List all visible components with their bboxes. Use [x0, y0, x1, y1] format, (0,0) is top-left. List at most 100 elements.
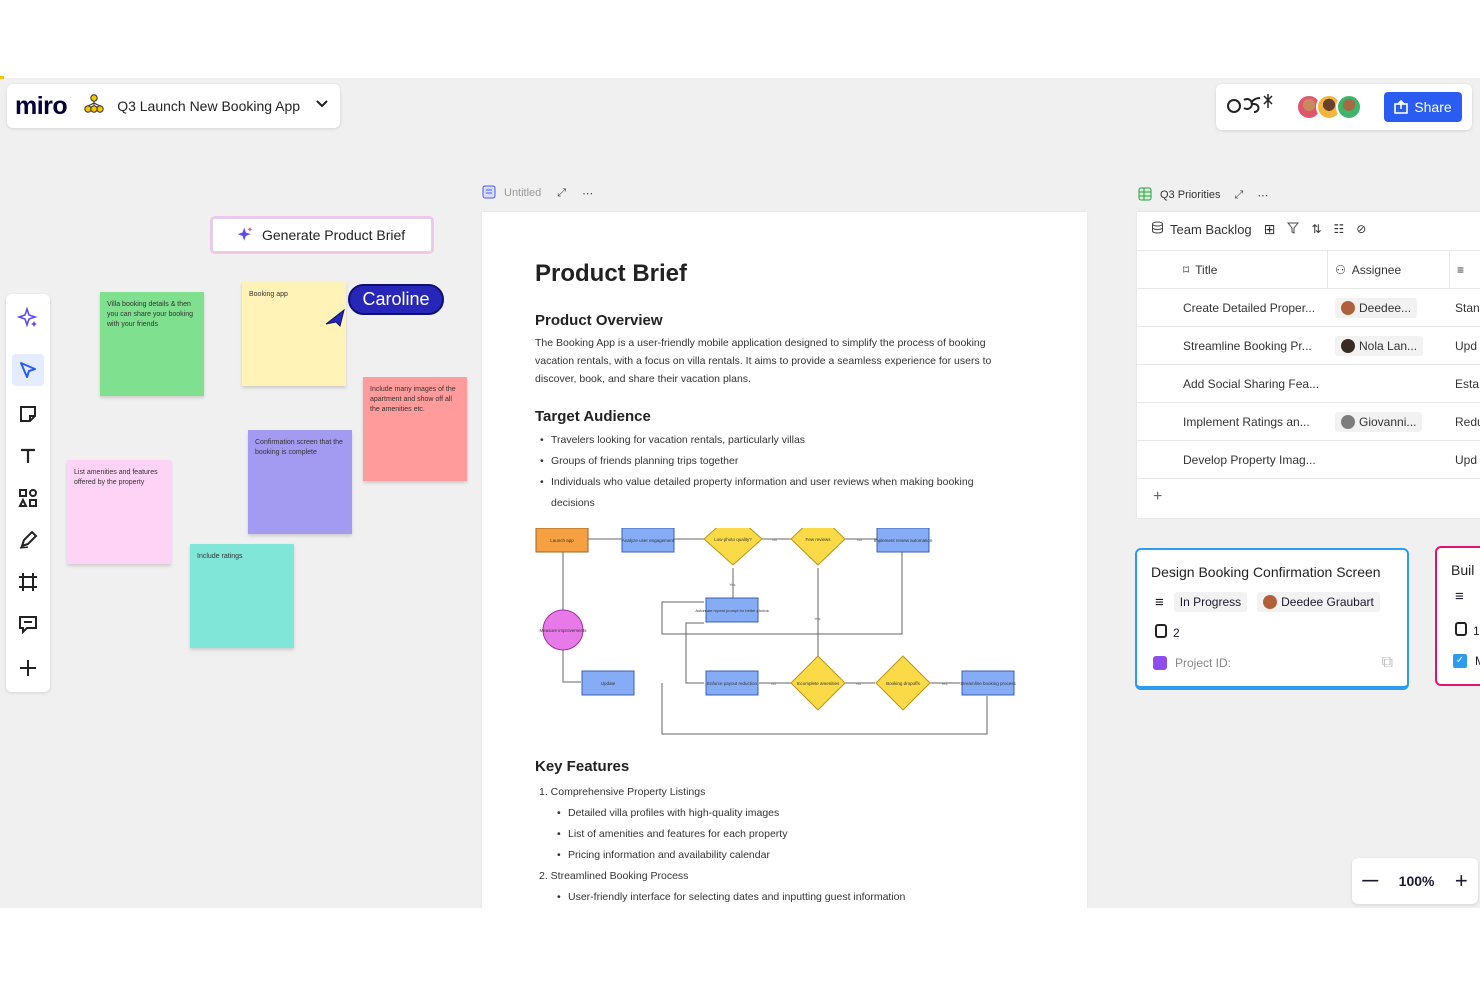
- board-canvas[interactable]: miro Q3 Launch New Booking App Share Gen…: [0, 78, 1480, 908]
- ai-sparkle-icon[interactable]: [12, 302, 44, 334]
- flow-node-label: Enforce payout reduction: [707, 681, 758, 686]
- column-header[interactable]: Assignee: [1352, 263, 1401, 277]
- task-card[interactable]: Buil ≡ 1 ✓ M: [1435, 546, 1480, 686]
- flow-node[interactable]: Enforce payout reduction: [705, 670, 759, 696]
- sticky-note[interactable]: Villa booking details & then you can sha…: [100, 292, 204, 396]
- row-status: Esta: [1455, 377, 1480, 391]
- more-icon[interactable]: ⋯: [1257, 189, 1268, 202]
- flow-decision[interactable]: Low photo quality?: [703, 528, 763, 566]
- add-icon[interactable]: [12, 652, 44, 684]
- flow-node[interactable]: Measure improvements: [539, 609, 587, 651]
- table-row[interactable]: Develop Property Imag... Upd: [1137, 440, 1480, 478]
- doc-tab-title[interactable]: Untitled: [504, 187, 541, 199]
- add-row-button[interactable]: +: [1153, 479, 1162, 515]
- filter-icon[interactable]: [1287, 222, 1300, 237]
- flow-decision[interactable]: Few reviews: [790, 528, 846, 566]
- table-icon: [1138, 187, 1152, 204]
- grid-view-icon[interactable]: ⊞: [1264, 221, 1276, 238]
- priorities-widget-header: Q3 Priorities ⤢ ⋯: [1138, 184, 1268, 206]
- miro-logo[interactable]: miro: [15, 92, 68, 121]
- flow-node[interactable]: Launch app: [535, 528, 589, 553]
- chevron-down-icon[interactable]: [314, 96, 330, 117]
- share-button[interactable]: Share: [1384, 92, 1462, 122]
- board-icon[interactable]: [83, 93, 105, 120]
- sticky-note-icon[interactable]: [12, 398, 44, 430]
- flow-node-label: Few reviews: [805, 537, 831, 542]
- list-item: 1. Comprehensive Property Listings: [539, 786, 706, 798]
- card-count: 1: [1473, 623, 1480, 638]
- row-title: Implement Ratings an...: [1183, 415, 1310, 429]
- expand-icon[interactable]: ⤢: [557, 187, 566, 200]
- priorities-tab-title[interactable]: Q3 Priorities: [1160, 189, 1221, 201]
- group-icon[interactable]: ☷: [1333, 222, 1344, 236]
- select-cursor-icon[interactable]: [12, 354, 44, 386]
- comment-icon[interactable]: [12, 608, 44, 640]
- assignee-chip[interactable]: Deedee...: [1335, 298, 1418, 318]
- flow-node[interactable]: Analyze user engagement: [621, 528, 675, 553]
- row-title: Streamline Booking Pr...: [1183, 339, 1312, 353]
- list-item: 2. Streamlined Booking Process: [539, 870, 689, 882]
- view-name[interactable]: Team Backlog: [1170, 222, 1252, 237]
- board-header: miro Q3 Launch New Booking App: [7, 84, 341, 128]
- assignee-chip[interactable]: Nola Lan...: [1335, 336, 1424, 356]
- status-icon: ≡: [1155, 593, 1164, 611]
- table-row[interactable]: Create Detailed Proper... Deedee... Stan: [1137, 288, 1480, 326]
- features-list: 1. Comprehensive Property Listings Detai…: [535, 782, 1005, 908]
- flow-node[interactable]: Update: [581, 670, 635, 696]
- pen-icon[interactable]: [12, 524, 44, 556]
- task-card[interactable]: Design Booking Confirmation Screen ≡ In …: [1135, 548, 1409, 690]
- sticky-note[interactable]: List amenities and features offered by t…: [67, 460, 171, 564]
- zoom-in-button[interactable]: +: [1455, 868, 1468, 894]
- zoom-out-button[interactable]: —: [1362, 872, 1378, 890]
- flow-decision[interactable]: Incomplete amenities: [790, 655, 846, 711]
- overview-text: The Booking App is a user-friendly mobil…: [535, 337, 992, 385]
- flow-edge-label: Yes: [941, 681, 948, 686]
- more-icon[interactable]: ⋯: [582, 187, 593, 200]
- team-backlog-table[interactable]: Team Backlog ⊞ ⇅ ☷ ⊘ ⌑ Title ⚇ Assignee ≡ …: [1137, 212, 1480, 518]
- zoom-level[interactable]: 100%: [1399, 873, 1435, 889]
- flow-decision[interactable]: Booking dropoffs: [875, 655, 931, 711]
- database-icon: [1151, 221, 1164, 237]
- list-item: Detailed villa profiles with high-qualit…: [535, 803, 1005, 824]
- board-title[interactable]: Q3 Launch New Booking App: [117, 98, 300, 114]
- assignee-chip[interactable]: Giovanni...: [1335, 412, 1423, 432]
- flow-node-label: Booking dropoffs: [886, 681, 920, 686]
- row-title: Create Detailed Proper...: [1183, 301, 1316, 315]
- assignee-name: Deedee Graubart: [1281, 595, 1374, 609]
- add-row: +: [1137, 478, 1480, 514]
- table-row[interactable]: Add Social Sharing Fea... Esta: [1137, 364, 1480, 402]
- shapes-icon[interactable]: [12, 482, 44, 514]
- flow-node[interactable]: Automate repeat prompt for better photos: [695, 597, 769, 623]
- generate-product-brief-button[interactable]: Generate Product Brief: [210, 216, 434, 254]
- table-row[interactable]: Streamline Booking Pr... Nola Lan... Upd: [1137, 326, 1480, 364]
- share-icon: [1394, 100, 1409, 114]
- status-badge[interactable]: In Progress: [1173, 592, 1248, 612]
- sticky-note[interactable]: Include ratings: [190, 544, 294, 648]
- assignee-chip[interactable]: Deedee Graubart: [1257, 592, 1380, 612]
- sticky-note[interactable]: Booking app: [242, 282, 346, 386]
- project-icon: [1153, 656, 1167, 670]
- sort-icon[interactable]: ⇅: [1311, 222, 1321, 236]
- product-brief-document[interactable]: Product Brief Product Overview The Booki…: [482, 212, 1087, 908]
- flow-node-label: Streamline booking process: [960, 681, 1016, 686]
- flow-node-label: Launch app: [550, 538, 574, 543]
- sticky-note[interactable]: Include many images of the apartment and…: [363, 377, 467, 481]
- avatar[interactable]: [1336, 94, 1362, 120]
- hide-icon[interactable]: ⊘: [1356, 222, 1366, 236]
- features-heading: Key Features: [535, 758, 630, 775]
- expand-icon[interactable]: ⤢: [1235, 189, 1244, 202]
- flowchart-diagram[interactable]: Launch app Analyze user engagement Low p…: [534, 528, 1024, 758]
- frame-icon[interactable]: [12, 566, 44, 598]
- checkbox-icon[interactable]: ✓: [1453, 654, 1467, 668]
- flow-node[interactable]: Streamline booking process: [960, 670, 1017, 696]
- table-row[interactable]: Implement Ratings an... Giovanni... Redu: [1137, 402, 1480, 440]
- flow-node[interactable]: Implement review automation: [874, 528, 933, 553]
- doc-icon: [482, 185, 496, 202]
- doc-widget-header: Untitled ⤢ ⋯: [482, 182, 593, 204]
- flow-node-label: Low photo quality?: [714, 537, 752, 542]
- column-header[interactable]: Title: [1195, 263, 1217, 277]
- check-label: M: [1475, 654, 1480, 668]
- text-icon[interactable]: [12, 440, 44, 472]
- reactions-icon[interactable]: [1226, 92, 1276, 123]
- sticky-note[interactable]: Confirmation screen that the booking is …: [248, 430, 352, 534]
